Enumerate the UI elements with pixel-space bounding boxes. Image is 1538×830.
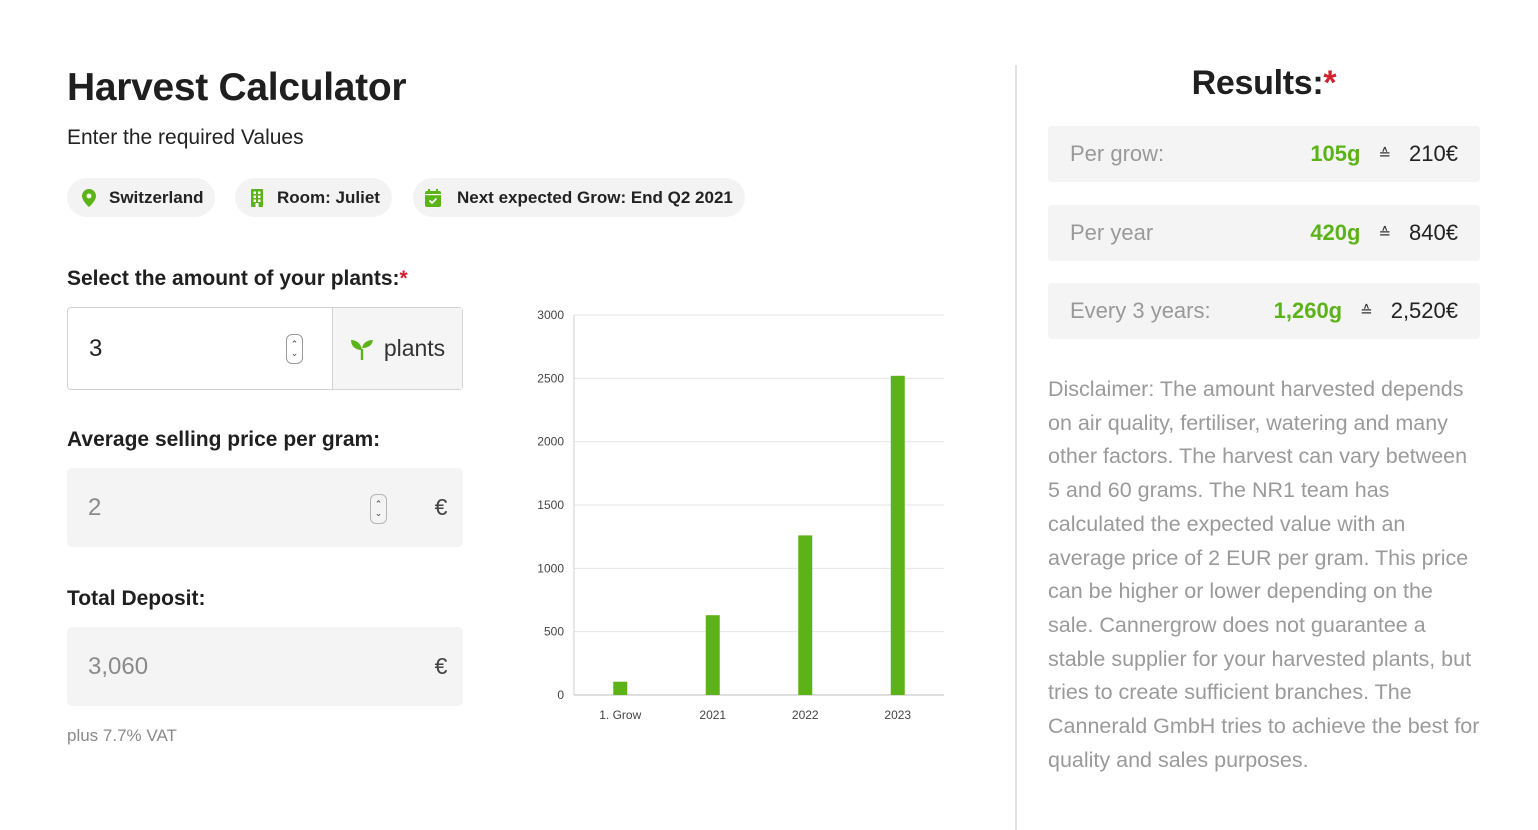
result-row-per-grow: Per grow: 105g ≙ 210€ <box>1048 126 1480 182</box>
chart-bar <box>705 615 720 695</box>
sprout-icon <box>350 338 374 360</box>
equivalent-icon: ≙ <box>1360 303 1373 320</box>
x-tick-label: 2022 <box>792 708 819 722</box>
price-field[interactable]: 2 ⌃ ⌄ € <box>67 468 463 547</box>
price-value: 2 <box>88 493 102 521</box>
chart-bar <box>613 681 628 695</box>
results-title-text: Results: <box>1191 64 1324 102</box>
result-grams: 1,260g <box>1273 298 1343 323</box>
deposit-value: 3,060 <box>88 652 149 680</box>
y-tick-label: 1500 <box>537 498 564 512</box>
plants-label: Select the amount of your plants:* <box>67 267 408 291</box>
disclaimer-text: Disclaimer: The amount harvested depends… <box>1048 377 1480 772</box>
y-tick-label: 1000 <box>537 561 564 575</box>
result-label: Per year <box>1070 220 1154 245</box>
room-pill: Room: Juliet <box>235 178 392 217</box>
result-money: 210€ <box>1409 141 1458 166</box>
plants-label-text: Select the amount of your plants: <box>67 267 400 290</box>
result-money: 840€ <box>1409 220 1458 245</box>
result-money: 2,520€ <box>1390 298 1458 323</box>
result-row-every-3-years: Every 3 years: 1,260g ≙ 2,520€ <box>1048 283 1480 339</box>
y-tick-label: 500 <box>544 625 564 639</box>
result-label: Every 3 years: <box>1070 298 1211 323</box>
result-row-per-year: Per year 420g ≙ 840€ <box>1048 205 1480 261</box>
y-tick-label: 0 <box>557 688 564 702</box>
result-label: Per grow: <box>1070 141 1165 166</box>
calendar-check-icon <box>423 188 443 208</box>
result-grams: 420g <box>1310 220 1361 245</box>
chart-bar <box>890 375 905 695</box>
page-title: Harvest Calculator <box>67 66 407 109</box>
results-title: Results:* <box>1048 64 1480 103</box>
plants-unit-addon: plants <box>332 308 462 389</box>
deposit-input[interactable]: 3,060 <box>67 627 419 706</box>
deposit-currency: € <box>434 653 448 679</box>
plants-stepper[interactable]: ⌃ ⌄ <box>286 334 303 364</box>
next-grow-label: Next expected Grow: End Q2 2021 <box>457 187 733 207</box>
plants-unit-label: plants <box>383 335 446 361</box>
column-divider <box>1015 65 1017 830</box>
result-grams: 105g <box>1310 141 1361 166</box>
equivalent-icon: ≙ <box>1378 146 1392 163</box>
deposit-field[interactable]: 3,060 € <box>67 627 463 706</box>
required-mark: * <box>399 267 408 290</box>
y-tick-label: 2500 <box>537 371 564 385</box>
plants-quantity-field[interactable]: 3 ⌃ ⌄ plants <box>67 307 463 390</box>
chevron-down-icon[interactable]: ⌄ <box>291 349 299 358</box>
plants-value: 3 <box>89 334 103 362</box>
vat-note: plus 7.7% VAT <box>67 726 177 745</box>
deposit-label: Total Deposit: <box>67 587 206 610</box>
chart-bar <box>798 535 813 695</box>
price-stepper[interactable]: ⌃ ⌄ <box>370 494 387 524</box>
next-grow-pill: Next expected Grow: End Q2 2021 <box>413 178 745 217</box>
building-icon <box>247 188 267 208</box>
price-label: Average selling price per gram: <box>67 428 381 451</box>
x-tick-label: 2021 <box>699 708 726 722</box>
plants-input[interactable]: 3 ⌃ ⌄ <box>68 308 332 389</box>
location-label: Switzerland <box>109 187 204 207</box>
y-tick-label: 3000 <box>537 308 564 322</box>
x-tick-label: 1. Grow <box>599 708 641 722</box>
required-mark: * <box>1323 64 1337 102</box>
location-pill: Switzerland <box>67 178 216 217</box>
price-input[interactable]: 2 ⌃ ⌄ <box>67 468 419 547</box>
x-tick-label: 2023 <box>884 708 911 722</box>
room-label: Room: Juliet <box>277 187 380 207</box>
y-tick-label: 2000 <box>537 435 564 449</box>
map-pin-icon <box>79 188 99 208</box>
page-subtitle: Enter the required Values <box>67 126 304 149</box>
harvest-bar-chart: 0 500 1000 1500 2000 2500 3000 1. Grow 2021 2022 2… <box>537 308 944 722</box>
equivalent-icon: ≙ <box>1378 225 1392 242</box>
chevron-down-icon[interactable]: ⌄ <box>375 509 383 518</box>
price-currency: € <box>434 494 448 520</box>
